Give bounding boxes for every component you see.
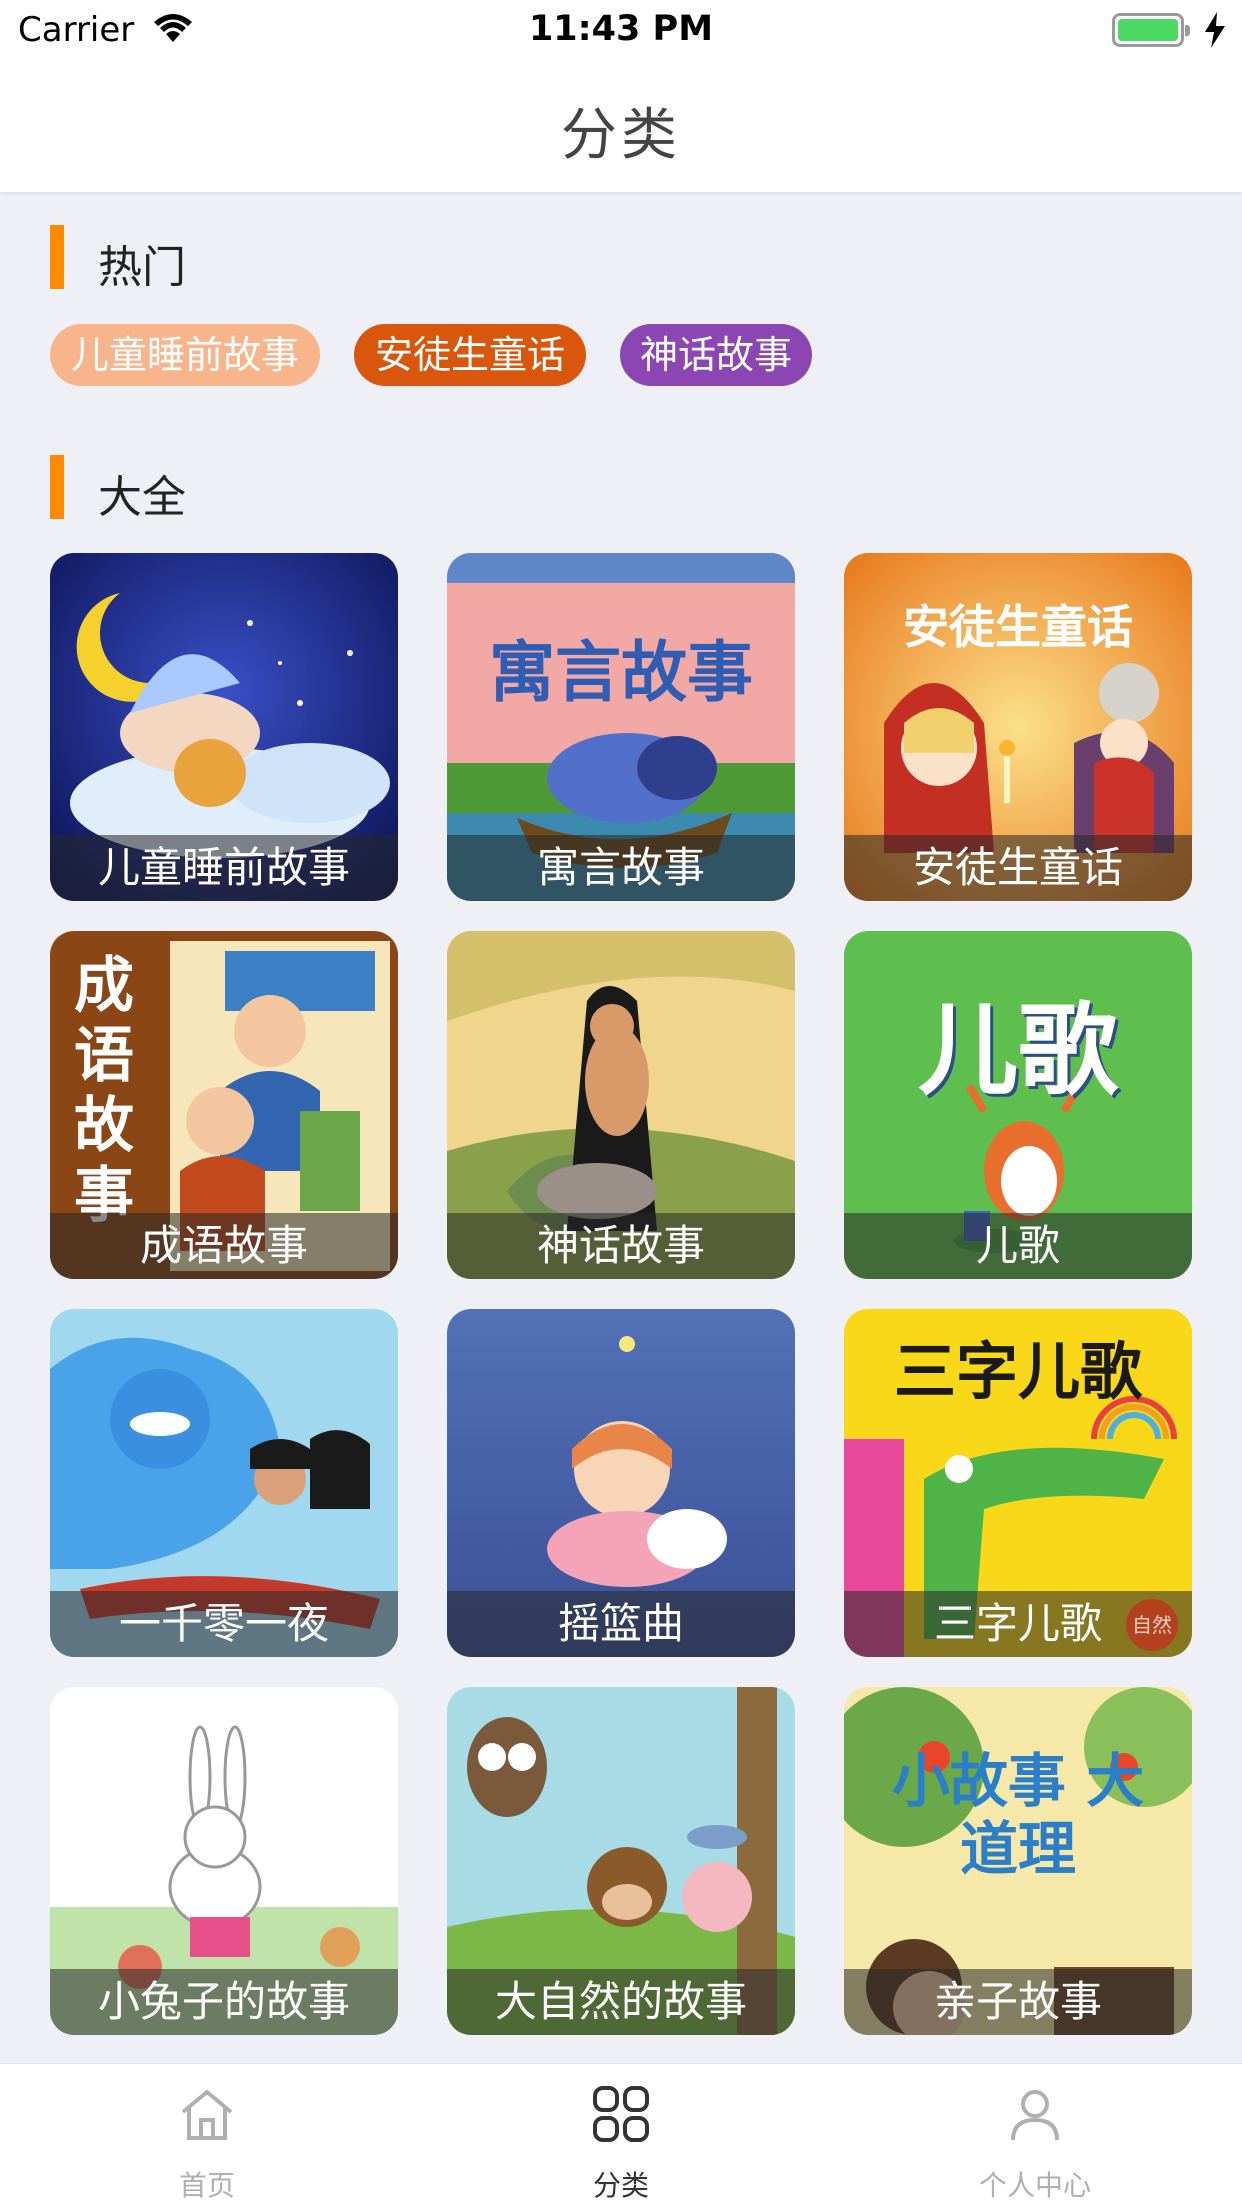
category-card-andersen[interactable]: 安徒生童话 安徒生童话 <box>844 553 1192 901</box>
category-card-three-word[interactable]: 三字儿歌 三字儿歌 自然 <box>844 1309 1192 1657</box>
category-card-parent-child[interactable]: 小故事 大道理 亲子故事 <box>844 1687 1192 2035</box>
hot-tag-andersen[interactable]: 安徒生童话 <box>354 324 586 386</box>
charging-icon <box>1205 12 1225 48</box>
grid-icon <box>593 2086 649 2142</box>
cover-title: 安徒生童话 <box>903 600 1133 654</box>
tab-bar: 首页 分类 个人中心 <box>0 2063 1242 2208</box>
cover-title: 寓言故事 <box>489 634 753 711</box>
category-label: 小兔子的故事 <box>50 1969 398 2035</box>
category-card-arabian-nights[interactable]: 一千零一夜 <box>50 1309 398 1657</box>
category-label: 一千零一夜 <box>50 1591 398 1657</box>
home-icon <box>181 2090 233 2140</box>
nav-bar: 分类 <box>0 60 1242 192</box>
tab-label: 分类 <box>592 2169 649 2202</box>
category-label: 儿歌 <box>844 1213 1192 1279</box>
category-card-fable[interactable]: 寓言故事 寓言故事 <box>447 553 795 901</box>
tab-profile[interactable]: 个人中心 <box>828 2064 1242 2208</box>
category-label: 大自然的故事 <box>447 1969 795 2035</box>
category-card-idiom[interactable]: 成语故事 成语故事 <box>50 931 398 1279</box>
cover-title: 小故事 大道理 <box>891 1747 1145 1883</box>
hot-tag-bedtime[interactable]: 儿童睡前故事 <box>50 324 320 386</box>
category-label: 儿童睡前故事 <box>50 835 398 901</box>
person-icon <box>1011 2090 1059 2141</box>
hot-tag-myth[interactable]: 神话故事 <box>620 324 812 386</box>
cover-title: 三字儿歌 <box>893 1335 1142 1408</box>
tab-label: 个人中心 <box>978 2169 1091 2202</box>
section-accent-bar <box>50 225 64 289</box>
category-badge: 自然 <box>1126 1599 1178 1651</box>
category-label: 神话故事 <box>447 1213 795 1279</box>
category-label: 寓言故事 <box>447 835 795 901</box>
tab-home[interactable]: 首页 <box>0 2064 414 2208</box>
category-card-rabbit[interactable]: 小兔子的故事 <box>50 1687 398 2035</box>
category-label: 安徒生童话 <box>844 835 1192 901</box>
status-time: 11:43 PM <box>528 9 714 49</box>
tab-category[interactable]: 分类 <box>414 2064 828 2208</box>
category-label: 摇篮曲 <box>447 1591 795 1657</box>
category-label: 亲子故事 <box>844 1969 1192 2035</box>
category-card-bedtime[interactable]: 儿童睡前故事 <box>50 553 398 901</box>
category-card-lullaby[interactable]: 摇篮曲 <box>447 1309 795 1657</box>
tab-label: 首页 <box>178 2169 235 2202</box>
category-card-myth[interactable]: 神话故事 <box>447 931 795 1279</box>
section-accent-bar <box>50 455 64 519</box>
cover-title: 儿歌 <box>918 992 1118 1109</box>
battery-icon <box>1112 13 1190 47</box>
category-label: 成语故事 <box>50 1213 398 1279</box>
category-card-nursery[interactable]: 儿歌 儿歌 <box>844 931 1192 1279</box>
cover-title: 成语故事 <box>74 951 134 1231</box>
category-card-nature[interactable]: 大自然的故事 <box>447 1687 795 2035</box>
page-title: 分类 <box>561 103 681 168</box>
status-bar: Carrier 11:43 PM <box>0 0 1242 60</box>
section-all-title: 大全 <box>98 472 186 523</box>
section-hot-title: 热门 <box>98 242 186 293</box>
